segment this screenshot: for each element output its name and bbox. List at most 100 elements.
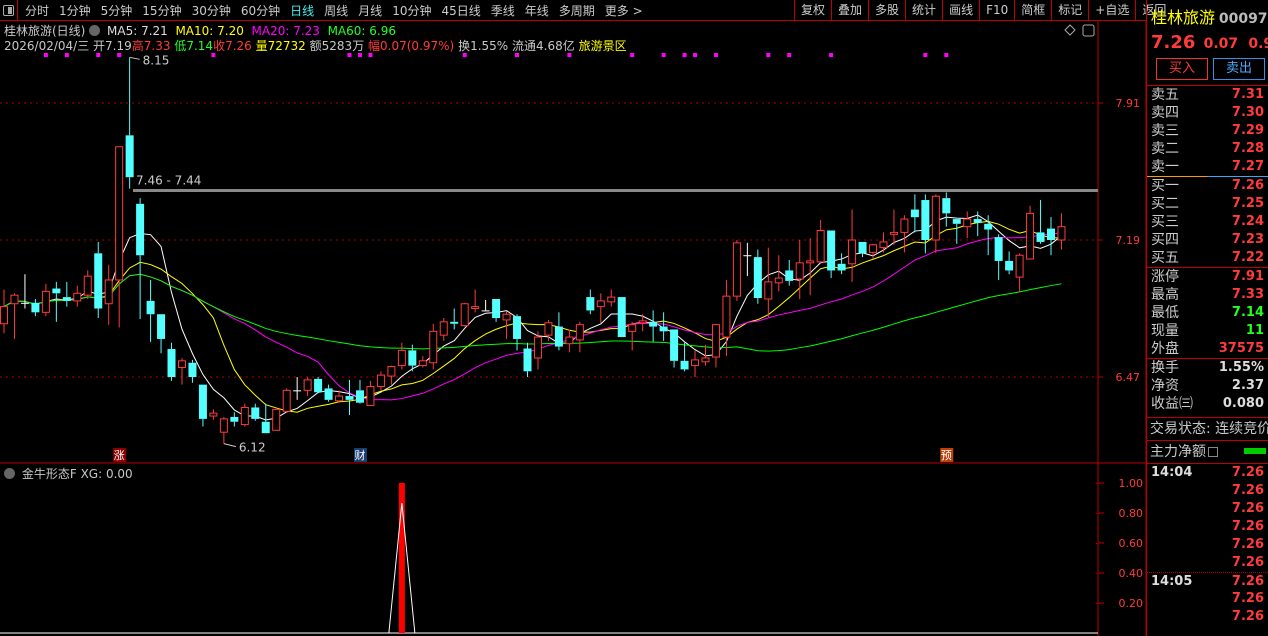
candle-body	[544, 322, 553, 336]
candle-body	[921, 200, 930, 240]
indicator-grid-dot	[1096, 483, 1097, 484]
period-tab[interactable]: 更多 >	[600, 2, 648, 19]
candle-body	[94, 253, 103, 309]
diamond-icon[interactable]	[1064, 24, 1076, 36]
period-tab[interactable]: 45日线	[436, 2, 485, 19]
tool-button[interactable]: F10	[979, 0, 1014, 21]
candle-body	[324, 388, 333, 400]
period-tab[interactable]: 60分钟	[236, 2, 285, 19]
candle-body	[628, 324, 637, 332]
candle	[146, 279, 155, 342]
period-tab[interactable]: 1分钟	[54, 2, 96, 19]
tick-row: 14:04 7.26	[1147, 464, 1268, 482]
indicator-tick-label: 0.60	[1119, 537, 1144, 550]
candle	[659, 312, 668, 341]
stock-name: 桂林旅游	[1151, 8, 1216, 27]
candle	[282, 388, 291, 414]
candle-body	[984, 223, 993, 230]
kline-chart[interactable]: 7.91 7.19 6.47 7.46 - 7.44 8.15 6.12 涨 财 预 1.00 0.…	[0, 21, 1146, 636]
ask-row: 卖一 7.27	[1147, 158, 1268, 176]
tool-button[interactable]: 多股	[868, 0, 905, 21]
candle	[418, 356, 427, 368]
bid-row: 买四 7.23	[1147, 231, 1268, 249]
row-value: 7.24	[1231, 214, 1264, 229]
tool-button[interactable]: 复权	[794, 0, 831, 21]
candle-body	[942, 198, 951, 214]
candle	[104, 264, 113, 325]
candle-body	[513, 316, 522, 339]
tool-button[interactable]: 标记	[1051, 0, 1088, 21]
period-tab[interactable]: 30分钟	[187, 2, 236, 19]
candle	[649, 310, 658, 342]
candle	[544, 319, 553, 341]
sell-button[interactable]: 卖出	[1213, 58, 1265, 80]
period-tab[interactable]: 分时	[20, 2, 54, 19]
candle	[324, 384, 333, 402]
ask-row: 卖五 7.31	[1147, 86, 1268, 104]
tool-button[interactable]: 画线	[942, 0, 979, 21]
candle-body	[31, 302, 40, 313]
signal-dot	[357, 53, 362, 57]
list-icon[interactable]	[1208, 447, 1218, 457]
candle-body	[62, 297, 71, 301]
candle	[921, 194, 930, 254]
tool-button[interactable]: 叠加	[831, 0, 868, 21]
trade-status: 交易状态: 连续竞价	[1150, 421, 1268, 437]
candle-body	[1026, 212, 1035, 260]
tool-button[interactable]: 简框	[1014, 0, 1051, 21]
candle	[513, 314, 522, 351]
high-label: 8.15	[143, 53, 170, 67]
signal-dot	[630, 53, 635, 57]
panel-toggle-button[interactable]	[0, 0, 18, 21]
candle-body	[533, 336, 542, 359]
tool-button[interactable]: 统计	[905, 0, 942, 21]
period-tab[interactable]: 日线	[285, 2, 319, 19]
tick-time: 14:05	[1151, 574, 1193, 589]
candle	[628, 321, 637, 351]
tick-row: 7.26	[1147, 590, 1268, 608]
row-label: 外盘	[1151, 341, 1179, 357]
candle	[785, 259, 794, 286]
candle	[314, 377, 323, 394]
candle	[973, 211, 982, 237]
row-label: 卖二	[1151, 141, 1179, 157]
period-tab[interactable]: 15分钟	[137, 2, 186, 19]
sidebar-icon	[3, 4, 14, 16]
period-tab[interactable]: 年线	[520, 2, 554, 19]
expand-icon[interactable]	[1082, 24, 1095, 37]
candle-body	[408, 350, 417, 366]
period-tab[interactable]: 10分钟	[387, 2, 436, 19]
candle	[219, 416, 228, 444]
period-tab[interactable]: 5分钟	[96, 2, 138, 19]
row-label: 买一	[1151, 178, 1179, 194]
signal-dot	[693, 53, 698, 57]
period-tab[interactable]: 多周期	[554, 2, 600, 19]
candle-body	[146, 300, 155, 315]
tick-row: 7.26	[1147, 554, 1268, 572]
candle	[125, 57, 134, 189]
tool-button[interactable]: +自选	[1088, 0, 1135, 21]
chevron-down-icon[interactable]	[4, 468, 15, 479]
candle	[136, 198, 145, 319]
period-tab[interactable]: 月线	[353, 2, 387, 19]
candle	[471, 289, 480, 313]
candle-body	[219, 418, 228, 433]
signal-dot	[462, 53, 467, 57]
candle	[827, 230, 836, 279]
candle	[596, 293, 605, 323]
indicator-tick-label: 0.20	[1119, 597, 1144, 610]
indicator-grid-dot	[1096, 573, 1097, 574]
candle	[869, 243, 878, 260]
candle	[586, 289, 595, 315]
period-tab[interactable]: 周线	[319, 2, 353, 19]
candle-body	[261, 421, 270, 434]
candle	[376, 371, 385, 391]
row-value: 7.14	[1231, 305, 1264, 320]
candle-body	[1057, 226, 1066, 241]
period-tab[interactable]: 季线	[486, 2, 520, 19]
candle-body	[481, 310, 490, 312]
buy-button[interactable]: 买入	[1156, 58, 1208, 80]
row-value: 7.26	[1231, 178, 1264, 193]
candle	[711, 323, 720, 368]
candle	[366, 380, 375, 407]
